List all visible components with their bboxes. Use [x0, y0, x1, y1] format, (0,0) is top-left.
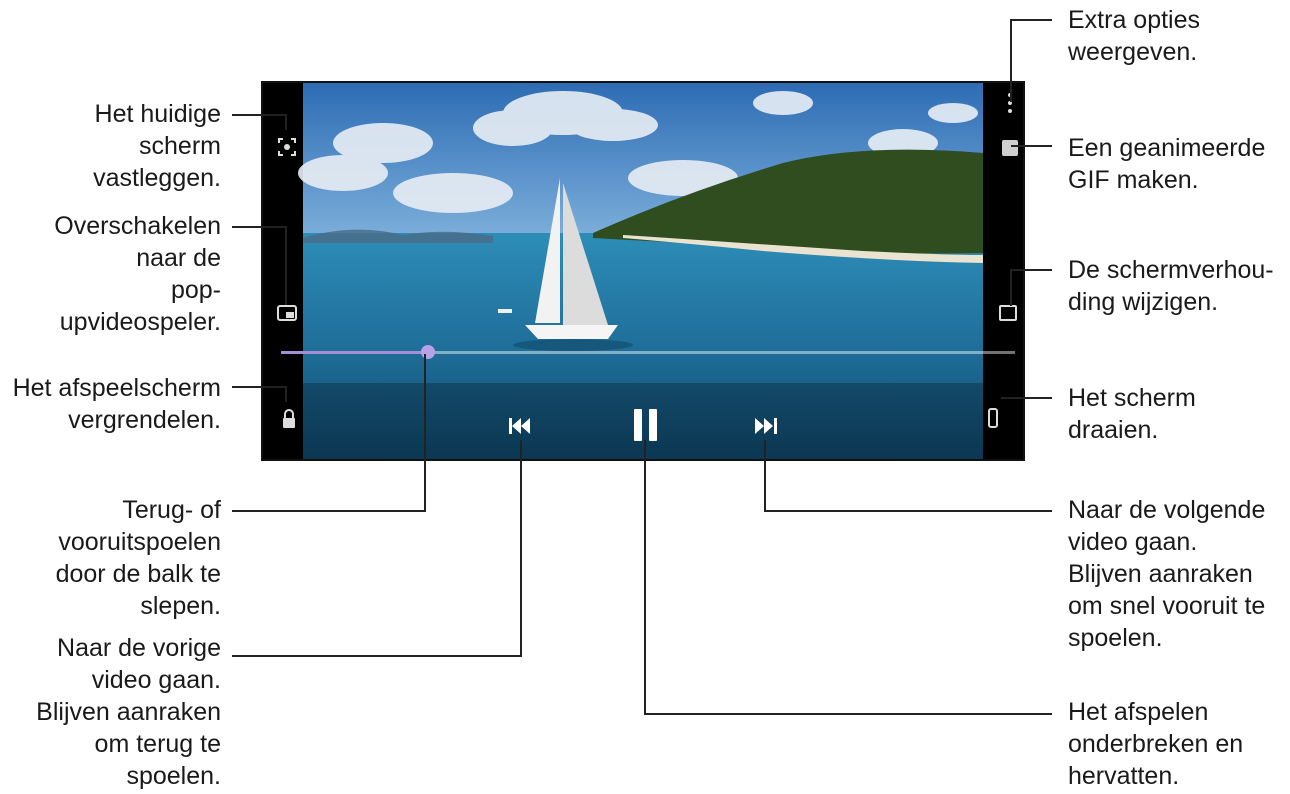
- callout-capture: Het huidige scherm vastleggen.: [93, 100, 221, 192]
- video-frame: [263, 83, 1023, 459]
- leader-pause: [644, 440, 1052, 715]
- aspect-ratio-icon[interactable]: [999, 305, 1017, 321]
- progress-track[interactable]: [281, 351, 1015, 354]
- callout-ratio: De schermverhou- ding wijzigen.: [1068, 256, 1274, 316]
- capture-icon[interactable]: [277, 137, 297, 157]
- video-player-screen[interactable]: [261, 81, 1025, 461]
- callout-next: Naar de volgende video gaan. Blijven aan…: [1068, 496, 1266, 652]
- callout-seek: Terug- of vooruitspoelen door de balk te…: [55, 496, 221, 620]
- leader-previous: [232, 440, 522, 657]
- callout-previous: Naar de vorige video gaan. Blijven aanra…: [36, 634, 221, 790]
- popup-player-icon[interactable]: [277, 305, 297, 321]
- callout-popup: Overschakelen naar de pop- upvideospeler…: [54, 212, 221, 336]
- callout-lock: Het afspeelscherm vergrendelen.: [12, 374, 221, 434]
- rotate-screen-icon[interactable]: [985, 407, 1001, 429]
- pause-icon[interactable]: [634, 409, 658, 441]
- callout-rotate: Het scherm draaien.: [1068, 384, 1196, 444]
- skip-previous-icon[interactable]: [509, 417, 531, 435]
- callout-gif: Een geanimeerde GIF maken.: [1068, 134, 1266, 194]
- callout-pause: Het afspelen onderbreken en hervatten.: [1068, 698, 1244, 790]
- gif-icon[interactable]: [1001, 139, 1019, 157]
- lock-icon[interactable]: [281, 409, 297, 429]
- callout-more: Extra opties weergeven.: [1068, 6, 1201, 66]
- progress-handle[interactable]: [420, 345, 435, 359]
- small-boat: [498, 309, 512, 313]
- progress-fill: [281, 351, 428, 354]
- skip-next-icon[interactable]: [755, 417, 777, 435]
- more-options-icon[interactable]: [1007, 91, 1013, 115]
